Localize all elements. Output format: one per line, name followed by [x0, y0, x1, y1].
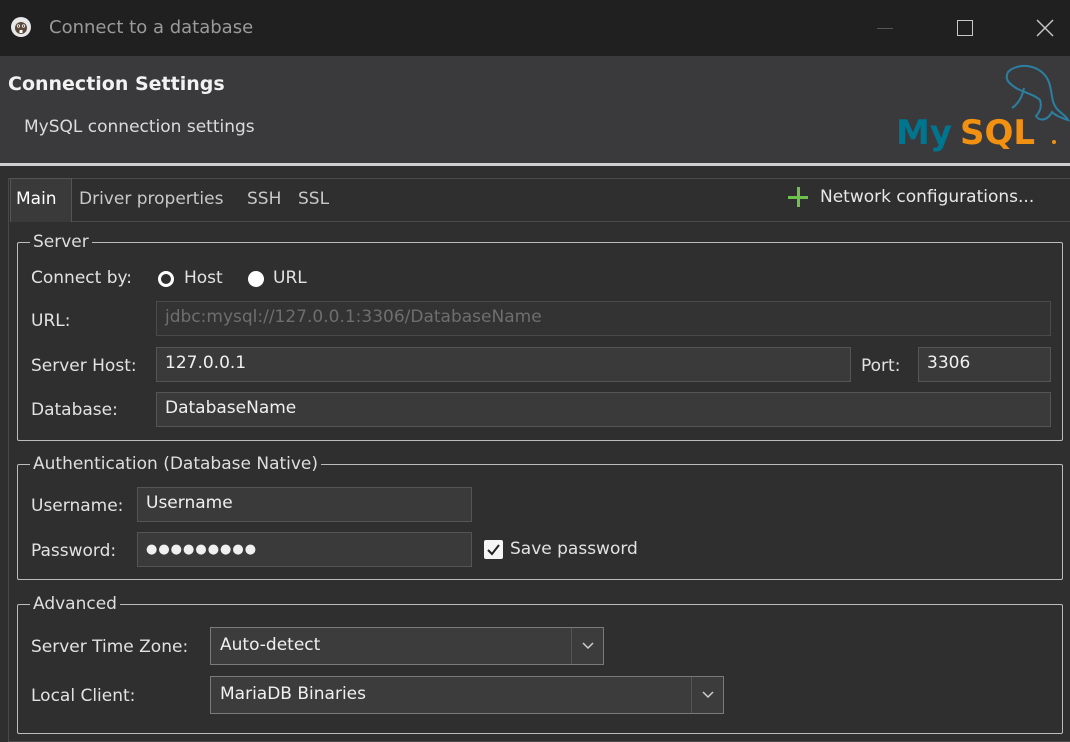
database-field[interactable]: DatabaseName [156, 392, 1051, 427]
close-button[interactable] [1020, 0, 1070, 56]
local-client-value: MariaDB Binaries [220, 684, 366, 704]
password-label: Password: [31, 541, 117, 561]
close-icon [1036, 19, 1054, 37]
title-bar: Connect to a database [0, 0, 1070, 56]
network-configurations-button[interactable]: Network configurations... [788, 187, 1034, 207]
minimize-button[interactable] [860, 0, 910, 56]
advanced-legend: Advanced [33, 594, 117, 614]
tab-ssh[interactable]: SSH [247, 189, 281, 209]
server-legend: Server [33, 232, 89, 252]
maximize-icon [957, 20, 973, 36]
url-label: URL: [31, 311, 71, 331]
dbeaver-beaver-icon [11, 17, 31, 37]
database-label: Database: [31, 400, 118, 420]
svg-text:SQL: SQL [960, 113, 1035, 153]
radio-host[interactable] [158, 271, 174, 287]
window-title: Connect to a database [49, 17, 254, 38]
minimize-icon [877, 27, 893, 29]
save-password-checkbox[interactable] [484, 540, 503, 559]
server-time-zone-value: Auto-detect [220, 635, 321, 655]
port-label: Port: [861, 356, 901, 376]
svg-text:My: My [896, 113, 952, 153]
connection-settings-header: Connection Settings MySQL connection set… [0, 56, 1070, 163]
url-field[interactable]: jdbc:mysql://127.0.0.1:3306/DatabaseName [156, 301, 1051, 336]
server-host-label: Server Host: [31, 356, 137, 376]
checkmark-icon [487, 544, 500, 556]
authentication-legend: Authentication (Database Native) [33, 454, 319, 474]
username-field[interactable]: Username [137, 487, 472, 522]
local-client-select[interactable]: MariaDB Binaries [210, 676, 724, 714]
page-title: Connection Settings [8, 73, 225, 95]
mysql-logo: My SQL [896, 64, 1070, 153]
tab-ssl[interactable]: SSL [298, 189, 329, 209]
connect-by-label: Connect by: [31, 268, 133, 288]
maximize-button[interactable] [940, 0, 990, 56]
tab-divider [72, 221, 1070, 222]
local-client-label: Local Client: [31, 686, 136, 706]
chevron-down-icon [691, 677, 723, 713]
tab-area: Main Driver properties SSH SSL Network c… [0, 166, 1070, 742]
radio-host-label[interactable]: Host [184, 268, 223, 288]
save-password-label[interactable]: Save password [510, 539, 638, 559]
server-time-zone-label: Server Time Zone: [31, 637, 189, 657]
tab-driver-properties[interactable]: Driver properties [79, 189, 223, 209]
password-field[interactable]: ●●●●●●●●● [137, 532, 472, 567]
page-subtitle: MySQL connection settings [24, 117, 255, 137]
network-configurations-label: Network configurations... [820, 187, 1035, 207]
server-host-field[interactable]: 127.0.0.1 [156, 347, 851, 382]
radio-url-label[interactable]: URL [273, 268, 307, 288]
chevron-down-icon [571, 628, 603, 664]
radio-url[interactable] [248, 271, 264, 287]
port-field[interactable]: 3306 [918, 347, 1051, 382]
server-time-zone-select[interactable]: Auto-detect [210, 627, 604, 665]
plus-icon [788, 187, 808, 207]
username-label: Username: [31, 496, 124, 516]
tab-main[interactable]: Main [10, 178, 72, 222]
